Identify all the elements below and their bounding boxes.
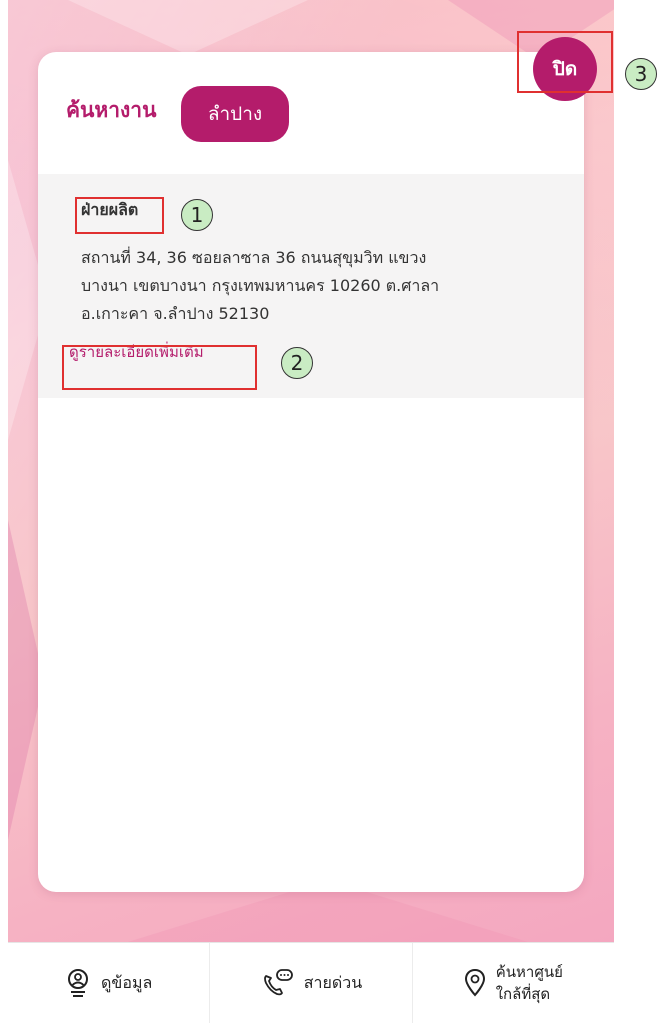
nav-label-nearest: ค้นหาศูนย์ ใกล้ที่สุด: [496, 961, 563, 1005]
job-search-card: ค้นหางาน ลำปาง ฝ่ายผลิต สถานที่ 34, 36 ซ…: [38, 52, 584, 892]
location-pin-icon: [464, 968, 485, 997]
address-line: สถานที่ 34, 36 ซอยลาซาล 36 ถนนสุขุมวิท แ…: [81, 248, 427, 267]
card-header: ค้นหางาน ลำปาง: [38, 52, 584, 172]
annotation-box-3: [517, 31, 613, 93]
nav-item-info[interactable]: ดูข้อมูล: [8, 943, 211, 1023]
result-address: สถานที่ 34, 36 ซอยลาซาล 36 ถนนสุขุมวิท แ…: [81, 244, 551, 328]
nav-label-nearest-line2: ใกล้ที่สุด: [495, 985, 551, 1003]
annotation-box-1: [75, 197, 164, 234]
nav-label-nearest-line1: ค้นหาศูนย์: [495, 963, 563, 981]
address-line: อ.เกาะคา จ.ลำปาง 52130: [81, 304, 270, 323]
bottom-nav: ดูข้อมูล สายด่วน ค้นหาศูนย์ ใกล้ที่สุด: [8, 942, 614, 1023]
province-pill[interactable]: ลำปาง: [181, 86, 289, 142]
address-line: บางนา เขตบางนา กรุงเทพมหานคร 10260 ต.ศาล…: [81, 276, 440, 295]
annotation-number-3: 3: [625, 58, 657, 90]
annotation-box-2: [62, 345, 257, 390]
annotation-number-2: 2: [281, 347, 313, 379]
nav-label-hotline: สายด่วน: [303, 972, 363, 992]
nav-label-info: ดูข้อมูล: [101, 972, 153, 992]
bg-shape: [68, 0, 308, 55]
user-info-icon: [68, 969, 89, 997]
annotation-number-1: 1: [181, 199, 213, 231]
page-title: ค้นหางาน: [66, 98, 157, 122]
phone-chat-icon: [263, 969, 293, 996]
nav-item-nearest-center[interactable]: ค้นหาศูนย์ ใกล้ที่สุด: [413, 943, 614, 1023]
nav-item-hotline[interactable]: สายด่วน: [210, 943, 413, 1023]
